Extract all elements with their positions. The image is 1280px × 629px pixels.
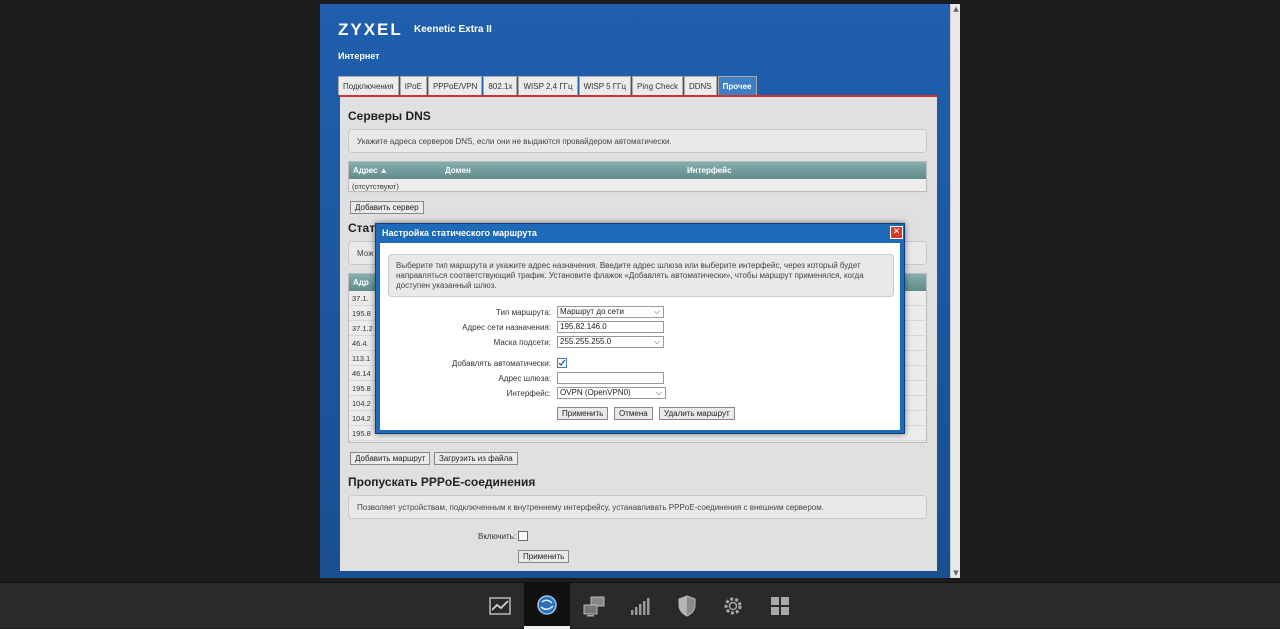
chevron-down-icon: ⌵ — [653, 307, 660, 316]
tab-pppoe-vpn[interactable]: PPPoE/VPN — [427, 76, 483, 95]
dialog-title: Настройка статического маршрута — [382, 228, 537, 238]
tab-wisp-5[interactable]: WISP 5 ГГц — [578, 76, 632, 95]
scroll-up-icon[interactable]: ▲ — [952, 5, 960, 13]
tab-ping-check[interactable]: Ping Check — [632, 76, 683, 95]
chevron-down-icon: ⌵ — [655, 388, 662, 397]
tab-ddns[interactable]: DDNS — [683, 76, 717, 95]
zyxel-logo: ZYXEL — [338, 20, 403, 39]
col-address[interactable]: Адрес ▲ — [353, 166, 388, 175]
page-scrollbar[interactable]: ▲ ▼ — [950, 4, 960, 578]
auto-add-checkbox[interactable] — [557, 358, 567, 368]
tab-bar: Подключения IPoE PPPoE/VPN 802.1x WISP 2… — [338, 76, 758, 95]
interface-select[interactable]: OVPN (OpenVPN0) ⌵ — [557, 387, 666, 399]
tab-ipoe[interactable]: IPoE — [399, 76, 427, 95]
chart-icon — [489, 597, 511, 615]
shield-icon — [678, 595, 696, 617]
interface-value: OVPN (OpenVPN0) — [560, 388, 631, 397]
globe-icon — [537, 594, 557, 615]
subnet-mask-label: Маска подсети: — [493, 338, 551, 347]
dns-table-header: Адрес ▲ Домен Интерфейс — [349, 162, 926, 179]
tab-other[interactable]: Прочее — [717, 76, 757, 95]
static-routes-title: Стат — [348, 221, 376, 235]
route-type-value: Маршрут до сети — [560, 307, 624, 316]
col-domain[interactable]: Домен — [445, 166, 471, 175]
tab-connections[interactable]: Подключения — [338, 76, 399, 95]
home-network-button[interactable] — [571, 583, 617, 629]
col-route-address[interactable]: Адр — [353, 278, 369, 287]
tab-8021x[interactable]: 802.1x — [483, 76, 518, 95]
load-from-file-button[interactable]: Загрузить из файла — [434, 452, 518, 465]
apps-button[interactable] — [757, 583, 803, 629]
dest-network-label: Адрес сети назначения: — [462, 323, 551, 332]
scroll-down-icon[interactable]: ▼ — [952, 569, 960, 577]
route-type-select[interactable]: Маршрут до сети ⌵ — [557, 306, 664, 318]
pppoe-enable-label: Включить: — [478, 532, 517, 541]
static-route-dialog: Настройка статического маршрута ✕ Выбери… — [375, 223, 905, 434]
apply-button[interactable]: Применить — [557, 407, 609, 420]
pppoe-enable-checkbox[interactable] — [518, 531, 528, 541]
col-interface[interactable]: Интерфейс — [687, 166, 732, 175]
internet-button[interactable] — [524, 583, 570, 629]
interface-label: Интерфейс: — [506, 389, 551, 398]
section-title: Интернет — [338, 51, 380, 61]
pppoe-apply-button[interactable]: Применить — [518, 550, 570, 563]
dns-empty-row: (отсутствуют) — [349, 179, 926, 194]
signal-icon — [631, 598, 650, 615]
apps-icon — [771, 597, 789, 615]
dns-table: Адрес ▲ Домен Интерфейс (отсутствуют) — [348, 161, 927, 194]
system-button[interactable] — [710, 583, 756, 629]
dialog-body: Выберите тип маршрута и укажите адрес на… — [380, 243, 900, 430]
pppoe-info: Позволяет устройствам, подключенным к вн… — [348, 495, 927, 519]
security-button[interactable] — [664, 583, 710, 629]
dest-network-input[interactable]: 195.82.146.0 — [557, 321, 664, 333]
auto-add-label: Добавлять автоматически: — [451, 359, 551, 368]
cancel-button[interactable]: Отмена — [614, 407, 653, 420]
network-icon — [583, 596, 605, 617]
pppoe-title: Пропускать PPPoE-соединения — [348, 475, 536, 489]
add-dns-server-button[interactable]: Добавить сервер — [350, 201, 424, 214]
bottom-taskbar — [0, 582, 1280, 629]
gateway-label: Адрес шлюза: — [498, 374, 551, 383]
add-route-button[interactable]: Добавить маршрут — [350, 452, 431, 465]
subnet-mask-value: 255.255.255.0 — [560, 337, 612, 346]
dialog-info: Выберите тип маршрута и укажите адрес на… — [388, 254, 894, 297]
gateway-input[interactable] — [557, 372, 664, 384]
dns-title: Серверы DNS — [348, 109, 431, 123]
monitoring-button[interactable] — [477, 583, 523, 629]
delete-route-button[interactable]: Удалить маршрут — [659, 407, 735, 420]
close-icon[interactable]: ✕ — [890, 226, 903, 239]
wifi-button[interactable] — [617, 583, 663, 629]
gear-icon — [724, 597, 742, 615]
dns-info: Укажите адреса серверов DNS, если они не… — [348, 129, 927, 153]
checkmark-icon — [558, 359, 566, 366]
route-type-label: Тип маршрута: — [496, 308, 551, 317]
subnet-mask-select[interactable]: 255.255.255.0 ⌵ — [557, 336, 664, 348]
chevron-down-icon: ⌵ — [653, 337, 660, 346]
tab-wisp-24[interactable]: WISP 2,4 ГГц — [518, 76, 578, 95]
model-name: Keenetic Extra II — [414, 24, 492, 35]
